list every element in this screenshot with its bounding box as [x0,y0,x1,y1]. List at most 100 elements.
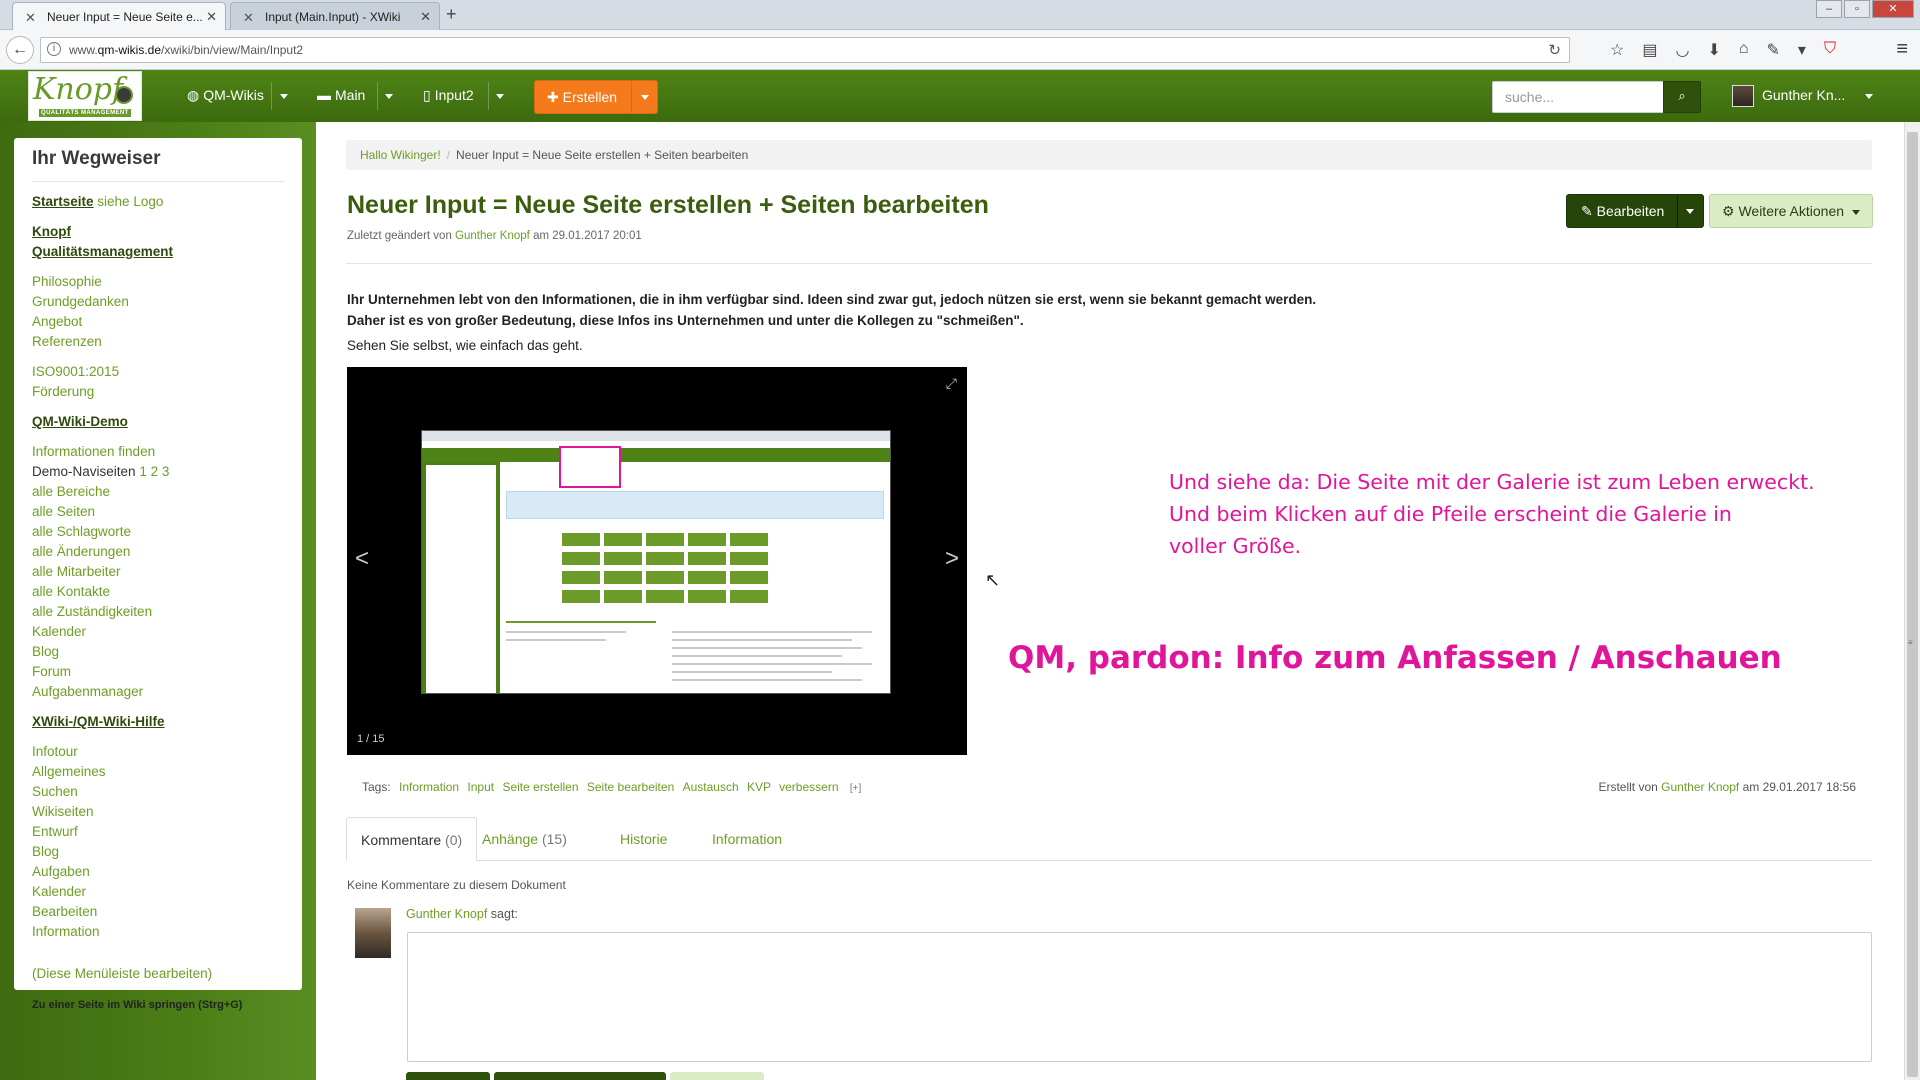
scrollbar[interactable]: ≡ [1904,122,1920,1080]
back-arrow-icon[interactable]: ← [6,36,34,64]
bookmark-star-icon[interactable]: ☆ [1610,40,1624,60]
browser-tab[interactable]: ✕ Input (Main.Input) - XWiki ✕ [230,2,440,30]
sidebar-item-bereiche[interactable]: alle Bereiche [32,482,110,502]
close-window-icon[interactable]: ✕ [1872,0,1914,18]
add-tag-button[interactable]: [+] [850,783,861,794]
sidebar-item-kalender2[interactable]: Kalender [32,882,86,902]
meta-author-link[interactable]: Gunther Knopf [455,230,530,242]
sidebar-item-forum[interactable]: Forum [32,662,71,682]
divider [488,82,489,110]
download-icon[interactable]: ⬇ [1707,40,1720,60]
pocket-icon[interactable]: ◡ [1675,40,1689,60]
sidebar-section-demo[interactable]: QM-Wiki-Demo [32,412,128,432]
submit-comment-button[interactable] [406,1072,490,1080]
tab-anhaenge[interactable]: Anhänge (15) [468,817,581,861]
sidebar-jump-link[interactable]: Zu einer Seite im Wiki springen (Strg+G) [32,995,242,1015]
sidebar-item-grundgedanken[interactable]: Grundgedanken [32,292,129,312]
sidebar-item-aufgabenmanager[interactable]: Aufgabenmanager [32,682,143,702]
nav-qm-wikis-caret[interactable] [280,87,288,103]
browser-tab-active[interactable]: ✕ Neuer Input = Neue Seite e... ✕ [12,2,226,30]
chevron-down-icon[interactable]: ▾ [1798,40,1806,60]
nav-main-caret[interactable] [385,87,393,103]
sidebar-item-zustaendigkeiten[interactable]: alle Zuständigkeiten [32,602,152,622]
image-gallery[interactable]: ⤢ < > 1 / 15 [347,367,967,755]
sidebar-item-suchen[interactable]: Suchen [32,782,78,802]
user-menu[interactable]: Gunther Kn... [1762,87,1873,103]
gallery-screenshot-image [421,430,891,694]
sidebar-item-philosophie[interactable]: Philosophie [32,272,102,292]
sidebar-item-entwurf[interactable]: Entwurf [32,822,78,842]
sidebar-edit-menu-link[interactable]: (Diese Menüleiste bearbeiten) [32,964,212,984]
sidebar-item-referenzen[interactable]: Referenzen [32,332,102,352]
close-tab-icon[interactable]: ✕ [206,9,217,25]
sidebar-item-angebot[interactable]: Angebot [32,312,82,332]
sidebar-item-infotour[interactable]: Infotour [32,742,78,762]
maximize-icon[interactable]: ▫ [1844,0,1870,18]
nav-main[interactable]: ▬ Main [317,87,365,103]
sidebar-item-wikiseiten[interactable]: Wikiseiten [32,802,94,822]
sidebar-item-blog2[interactable]: Blog [32,842,59,862]
url-bar[interactable]: i www.qm-wikis.de/xwiki/bin/view/Main/In… [40,37,1570,63]
sidebar-item-allgemeines[interactable]: Allgemeines [32,762,106,782]
sidebar-item-aufgaben[interactable]: Aufgaben [32,862,90,882]
tag-link[interactable]: Seite erstellen [502,780,578,794]
nav-input2[interactable]: ▯ Input2 [423,87,474,104]
sidebar-section-qm[interactable]: Qualitätsmanagement [32,242,173,262]
tab-historie[interactable]: Historie [606,817,681,861]
advanced-button[interactable] [494,1072,666,1080]
minimize-icon[interactable]: – [1816,0,1842,18]
sidebar-item-blog[interactable]: Blog [32,642,59,662]
tag-link[interactable]: KVP [747,780,771,794]
sidebar-item-information[interactable]: Information [32,922,100,942]
new-tab-icon[interactable]: + [446,4,457,25]
avatar[interactable] [1732,85,1754,107]
fullscreen-icon[interactable]: ⤢ [946,375,957,392]
site-info-icon[interactable]: i [47,42,61,56]
scrollbar-thumb[interactable] [1907,132,1918,1077]
preview-button[interactable] [670,1072,764,1080]
tools-icon[interactable]: ✎ [1767,40,1780,60]
sidebar-item-schlagworte[interactable]: alle Schlagworte [32,522,131,542]
sidebar-section-knopf[interactable]: Knopf [32,222,71,242]
sidebar-item-foerderung[interactable]: Förderung [32,382,94,402]
menu-icon[interactable]: ≡ [1896,38,1908,61]
search-input[interactable]: suche... [1492,81,1664,113]
sidebar-item-aenderungen[interactable]: alle Änderungen [32,542,130,562]
close-tab-icon[interactable]: ✕ [420,9,431,25]
tab-kommentare[interactable]: Kommentare (0) [346,817,478,861]
tag-link[interactable]: Austausch [683,780,739,794]
search-button[interactable]: ⌕ [1663,81,1701,113]
nav-input2-caret[interactable] [496,87,504,103]
more-actions-button[interactable]: ⚙ Weitere Aktionen [1709,194,1873,228]
home-icon[interactable]: ⌂ [1739,40,1749,60]
divider [32,181,284,182]
doc-tabs: Kommentare (0) Anhänge (15) Historie Inf… [346,817,1872,861]
chevron-down-icon[interactable] [1686,209,1694,214]
sidebar-item-bearbeiten[interactable]: Bearbeiten [32,902,97,922]
sidebar-item-kalender[interactable]: Kalender [32,622,86,642]
sidebar-item-mitarbeiter[interactable]: alle Mitarbeiter [32,562,121,582]
created-author-link[interactable]: Gunther Knopf [1661,780,1739,794]
edit-button[interactable]: ✎ Bearbeiten [1566,194,1704,228]
gallery-next-icon[interactable]: > [945,545,959,573]
comment-textarea[interactable] [407,932,1872,1062]
chevron-down-icon[interactable] [641,95,649,100]
tag-link[interactable]: verbessern [779,780,838,794]
sidebar-item-seiten[interactable]: alle Seiten [32,502,95,522]
reload-icon[interactable]: ↻ [1548,41,1561,59]
sidebar-item-informationen[interactable]: Informationen finden [32,442,155,462]
tag-link[interactable]: Seite bearbeiten [587,780,674,794]
reader-icon[interactable]: ▤ [1642,40,1657,60]
create-button[interactable]: ✚ Erstellen [534,80,658,114]
sidebar-item-kontakte[interactable]: alle Kontakte [32,582,110,602]
shield-icon[interactable]: ⛉ [1824,40,1836,60]
sidebar-section-hilfe[interactable]: XWiki-/QM-Wiki-Hilfe [32,712,165,732]
nav-qm-wikis[interactable]: ◍ QM-Wikis [187,87,264,104]
tab-information[interactable]: Information [698,817,796,861]
tag-link[interactable]: Input [467,780,494,794]
gallery-prev-icon[interactable]: < [355,545,369,573]
tag-link[interactable]: Information [399,780,459,794]
sidebar-item-iso[interactable]: ISO9001:2015 [32,362,119,382]
logo[interactable]: Knopf QUALITÄTS MANAGEMENT [28,71,142,121]
breadcrumb-home[interactable]: Hallo Wikinger! [360,148,441,162]
